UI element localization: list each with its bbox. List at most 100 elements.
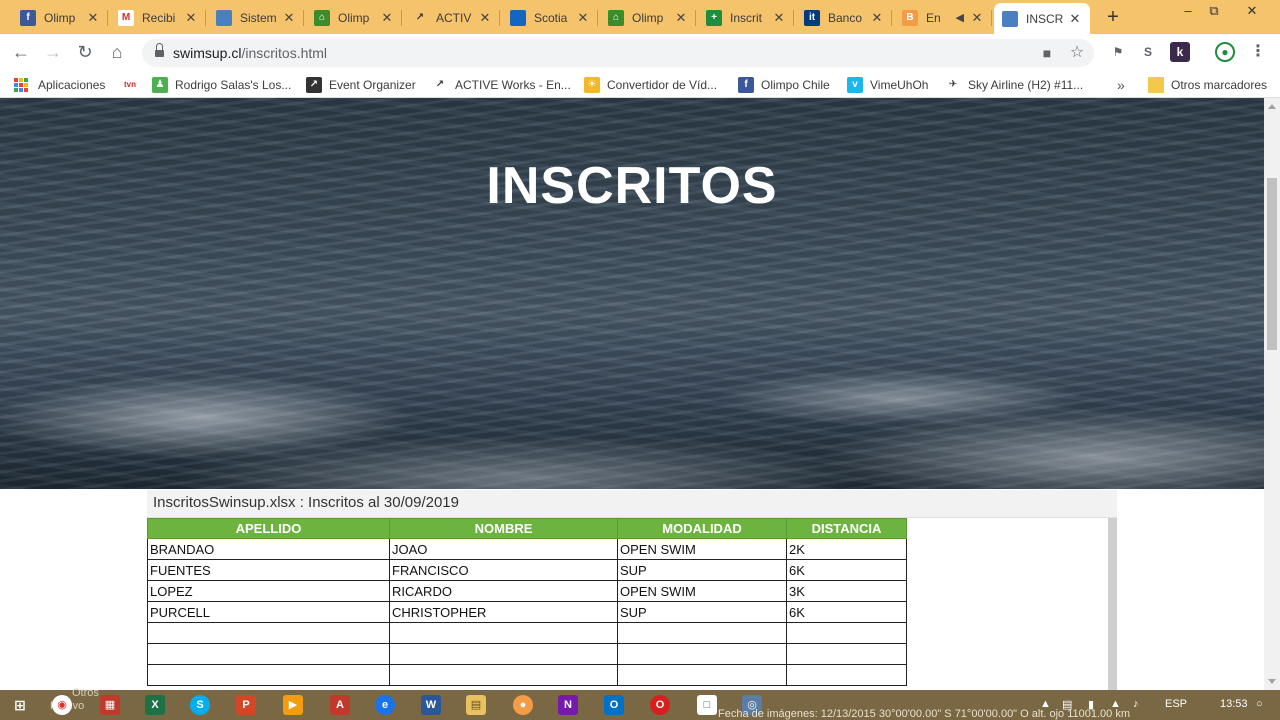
tab-close-icon[interactable]: ✕ — [478, 10, 492, 25]
table-cell[interactable]: CHRISTOPHER — [389, 601, 618, 623]
browser-tab[interactable]: INSCR ✕ — [994, 3, 1090, 34]
browser-tab[interactable]: f Olimp ✕ — [12, 3, 108, 32]
bookmark-item[interactable]: ✈ Sky Airline (H2) #11... — [945, 76, 1083, 94]
scroll-up-arrow-icon[interactable] — [1268, 104, 1276, 109]
bookmark-item[interactable]: f Olimpo Chile — [738, 76, 830, 94]
table-cell[interactable] — [617, 643, 787, 665]
onenote-icon[interactable]: N — [558, 695, 578, 715]
tab-close-icon[interactable]: ✕ — [86, 10, 100, 25]
tab-close-icon[interactable]: ✕ — [576, 10, 590, 25]
table-cell[interactable] — [389, 622, 618, 644]
column-header[interactable]: DISTANCIA — [786, 518, 907, 539]
table-cell[interactable]: OPEN SWIM — [617, 538, 787, 560]
url-text[interactable]: swimsup.cl/inscritos.html — [173, 45, 327, 61]
table-cell[interactable]: FRANCISCO — [389, 559, 618, 581]
forward-arrow-icon[interactable]: → — [41, 41, 65, 65]
tab-audio-icon[interactable]: ◀ — [956, 11, 964, 24]
menu-kebab-icon[interactable]: ⋮ — [1248, 42, 1268, 62]
tab-close-icon[interactable]: ✕ — [380, 10, 394, 25]
bookmark-item[interactable]: ☀ Convertidor de Víd... — [584, 76, 717, 94]
tab-close-icon[interactable]: ✕ — [674, 10, 688, 25]
tab-close-icon[interactable]: ✕ — [970, 10, 984, 25]
browser-tab[interactable]: it Banco ✕ — [796, 3, 892, 32]
other-bookmarks-folder[interactable]: Otros marcadores — [1148, 76, 1267, 94]
table-cell[interactable] — [786, 622, 907, 644]
browser-tab[interactable]: + Inscrit ✕ — [698, 3, 794, 32]
skype-icon[interactable]: S — [190, 695, 210, 715]
media-player-icon[interactable]: ▶ — [283, 695, 303, 715]
more-bookmarks-chevron[interactable]: » — [1117, 76, 1125, 94]
tab-close-icon[interactable]: ✕ — [282, 10, 296, 25]
page-scrollbar[interactable] — [1264, 98, 1280, 690]
bookmark-item[interactable]: ♟ Rodrigo Salas's Los... — [152, 76, 291, 94]
profile-avatar-icon[interactable]: ● — [1215, 42, 1235, 62]
browser-tab[interactable]: ⌂ Olimp ✕ — [600, 3, 696, 32]
table-cell[interactable]: 6K — [786, 601, 907, 623]
column-header[interactable]: APELLIDO — [147, 518, 390, 539]
tray-expand-icon[interactable]: ▲ — [1040, 698, 1051, 710]
word-icon[interactable]: W — [421, 695, 441, 715]
opera-icon[interactable]: O — [650, 695, 670, 715]
vlc-app-icon[interactable]: ● — [513, 695, 533, 715]
browser-tab[interactable]: ⌂ Olimp ✕ — [306, 3, 402, 32]
table-cell[interactable] — [617, 622, 787, 644]
tab-close-icon[interactable]: ✕ — [772, 10, 786, 25]
bookmark-item[interactable]: tvn — [120, 76, 147, 94]
bookmark-item[interactable]: Aplicaciones — [14, 76, 105, 94]
table-cell[interactable] — [617, 664, 787, 686]
sheet-scrollbar[interactable] — [1108, 518, 1117, 690]
bookmark-star-icon[interactable]: ☆ — [1068, 44, 1086, 62]
browser-tab[interactable]: ↗ ACTIV ✕ — [404, 3, 500, 32]
extension-flag-icon[interactable]: ⚑ — [1108, 42, 1128, 62]
tray-language[interactable]: ESP — [1165, 698, 1187, 710]
window-close-icon[interactable]: ✕ — [1232, 2, 1272, 22]
browser-tab[interactable]: Sistem ✕ — [208, 3, 304, 32]
home-icon[interactable]: ⌂ — [105, 41, 129, 65]
powerpoint-icon[interactable]: P — [236, 695, 256, 715]
notifications-icon[interactable]: ○ — [1256, 698, 1263, 710]
browser-tab[interactable]: Scotia ✕ — [502, 3, 598, 32]
document-icon[interactable]: □ — [697, 695, 717, 715]
table-cell[interactable] — [389, 664, 618, 686]
tab-close-icon[interactable]: ✕ — [184, 10, 198, 25]
scroll-down-arrow-icon[interactable] — [1268, 679, 1276, 684]
table-cell[interactable] — [147, 664, 390, 686]
browser-tab[interactable]: M Recibi ✕ — [110, 3, 206, 32]
tray-network-icon[interactable]: ▤ — [1062, 698, 1072, 711]
excel-icon[interactable]: X — [145, 695, 165, 715]
acrobat-icon[interactable]: A — [330, 695, 350, 715]
tab-close-icon[interactable]: ✕ — [1068, 11, 1082, 26]
table-cell[interactable] — [147, 622, 390, 644]
reload-icon[interactable]: ↻ — [73, 41, 97, 65]
scrollbar-thumb[interactable] — [1267, 178, 1277, 350]
chrome-taskbar-icon[interactable]: ◉ — [52, 695, 72, 715]
column-header[interactable]: MODALIDAD — [617, 518, 787, 539]
table-cell[interactable]: RICARDO — [389, 580, 618, 602]
windows-start-icon[interactable]: ⊞ — [10, 695, 30, 715]
blocked-popup-icon[interactable]: ■ — [1038, 44, 1056, 62]
embedded-sheet[interactable]: APELLIDO NOMBRE MODALIDAD DISTANCIA BRANDAO… — [147, 518, 1117, 690]
bookmark-item[interactable]: v VimeUhOh — [847, 76, 928, 94]
table-cell[interactable]: LOPEZ — [147, 580, 390, 602]
bookmark-item[interactable]: ↗ Event Organizer — [306, 76, 416, 94]
tray-battery-icon[interactable]: ▮ — [1088, 698, 1094, 711]
table-cell[interactable]: 6K — [786, 559, 907, 581]
table-cell[interactable]: PURCELL — [147, 601, 390, 623]
table-cell[interactable] — [389, 643, 618, 665]
bookmark-item[interactable]: ↗ ACTIVE Works - En... — [432, 76, 571, 94]
table-cell[interactable] — [147, 643, 390, 665]
table-cell[interactable]: SUP — [617, 601, 787, 623]
skype-extension-icon[interactable]: S — [1138, 42, 1158, 62]
address-bar[interactable]: swimsup.cl/inscritos.html ■ ☆ — [142, 39, 1094, 67]
table-cell[interactable] — [786, 643, 907, 665]
file-explorer-icon[interactable]: ▤ — [466, 695, 486, 715]
table-cell[interactable]: BRANDAO — [147, 538, 390, 560]
table-cell[interactable] — [786, 664, 907, 686]
browser-tab[interactable]: B En ◀ ✕ — [894, 3, 992, 32]
table-cell[interactable]: 3K — [786, 580, 907, 602]
internet-explorer-icon[interactable]: e — [375, 695, 395, 715]
table-cell[interactable]: 2K — [786, 538, 907, 560]
tray-clock[interactable]: 13:53 — [1220, 698, 1248, 710]
back-arrow-icon[interactable]: ← — [9, 41, 33, 65]
film-app-icon[interactable]: ▦ — [100, 695, 120, 715]
